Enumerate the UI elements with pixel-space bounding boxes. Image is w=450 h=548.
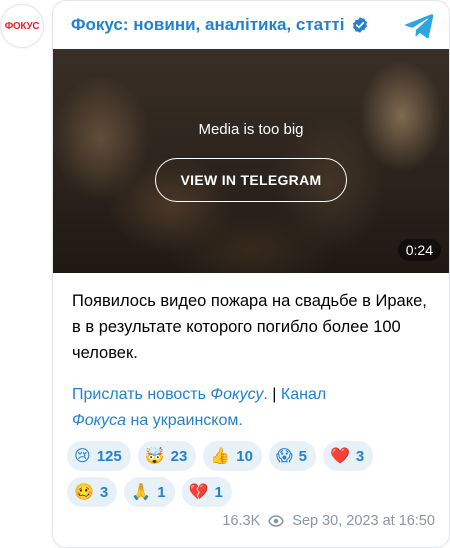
exploding-head-icon: 🤯 <box>144 446 165 465</box>
telegram-icon[interactable] <box>403 9 435 41</box>
view-count: 16.3K <box>222 513 261 529</box>
post-footer: 16.3K Sep 30, 2023 at 16:50 <box>222 513 435 529</box>
screaming-face-icon: 😱 <box>275 446 293 465</box>
woozy-face-icon: 🥴 <box>74 482 94 501</box>
reaction-crying[interactable]: 😢 125 <box>67 441 131 471</box>
reaction-broken-heart[interactable]: 💔 1 <box>181 477 232 507</box>
reaction-count: 1 <box>157 483 166 501</box>
reaction-count: 10 <box>236 447 253 465</box>
view-in-telegram-button[interactable]: VIEW IN TELEGRAM <box>155 158 347 202</box>
heart-icon: ❤️ <box>329 446 350 465</box>
reaction-woozy[interactable]: 🥴 3 <box>67 477 118 507</box>
praying-hands-icon: 🙏 <box>131 482 152 501</box>
reactions-row: 😢 125 🤯 23 👍 10 😱 5 ❤️ 3 <box>67 441 439 471</box>
media-too-big-message: Media is too big <box>198 121 304 138</box>
channel-title[interactable]: Фокус: новини, аналітика, статті <box>71 15 345 35</box>
reaction-count: 3 <box>355 447 365 465</box>
reaction-thumbs-up[interactable]: 👍 10 <box>203 441 262 471</box>
link-separator: | <box>272 386 277 403</box>
reaction-count: 5 <box>298 447 307 465</box>
reaction-count: 23 <box>170 447 188 465</box>
video-preview[interactable]: Media is too big VIEW IN TELEGRAM 0:24 <box>53 49 449 273</box>
reaction-pray[interactable]: 🙏 1 <box>124 477 175 507</box>
post-header: Фокус: новини, аналітика, статті <box>53 1 449 49</box>
crying-face-icon: 😢 <box>74 446 91 465</box>
post-date[interactable]: Sep 30, 2023 at 16:50 <box>292 513 435 529</box>
thumbs-up-icon: 👍 <box>210 446 231 465</box>
reactions-row: 🥴 3 🙏 1 💔 1 <box>67 477 439 507</box>
avatar-logo-text: ФОКУС <box>4 20 40 32</box>
reaction-count: 3 <box>99 483 109 501</box>
broken-heart-icon: 💔 <box>188 482 209 501</box>
reaction-exploding-head[interactable]: 🤯 23 <box>137 441 197 471</box>
video-duration: 0:24 <box>397 239 441 261</box>
reaction-count: 1 <box>214 483 223 501</box>
reaction-count: 125 <box>96 447 122 465</box>
send-news-link[interactable]: Прислать новость Фокусу. <box>72 386 268 403</box>
eye-icon <box>268 515 285 527</box>
post-text: Появилось видео пожара на свадьбе в Ирак… <box>72 292 427 362</box>
post-card: Фокус: новини, аналітика, статті Media i… <box>52 0 450 548</box>
reaction-heart[interactable]: ❤️ 3 <box>322 441 374 471</box>
verified-icon <box>351 16 369 34</box>
post-links: Прислать новость Фокусу. | Канал Фокуса н… <box>72 382 442 434</box>
channel-avatar[interactable]: ФОКУС <box>0 4 44 48</box>
reaction-screaming[interactable]: 😱 5 <box>268 441 316 471</box>
